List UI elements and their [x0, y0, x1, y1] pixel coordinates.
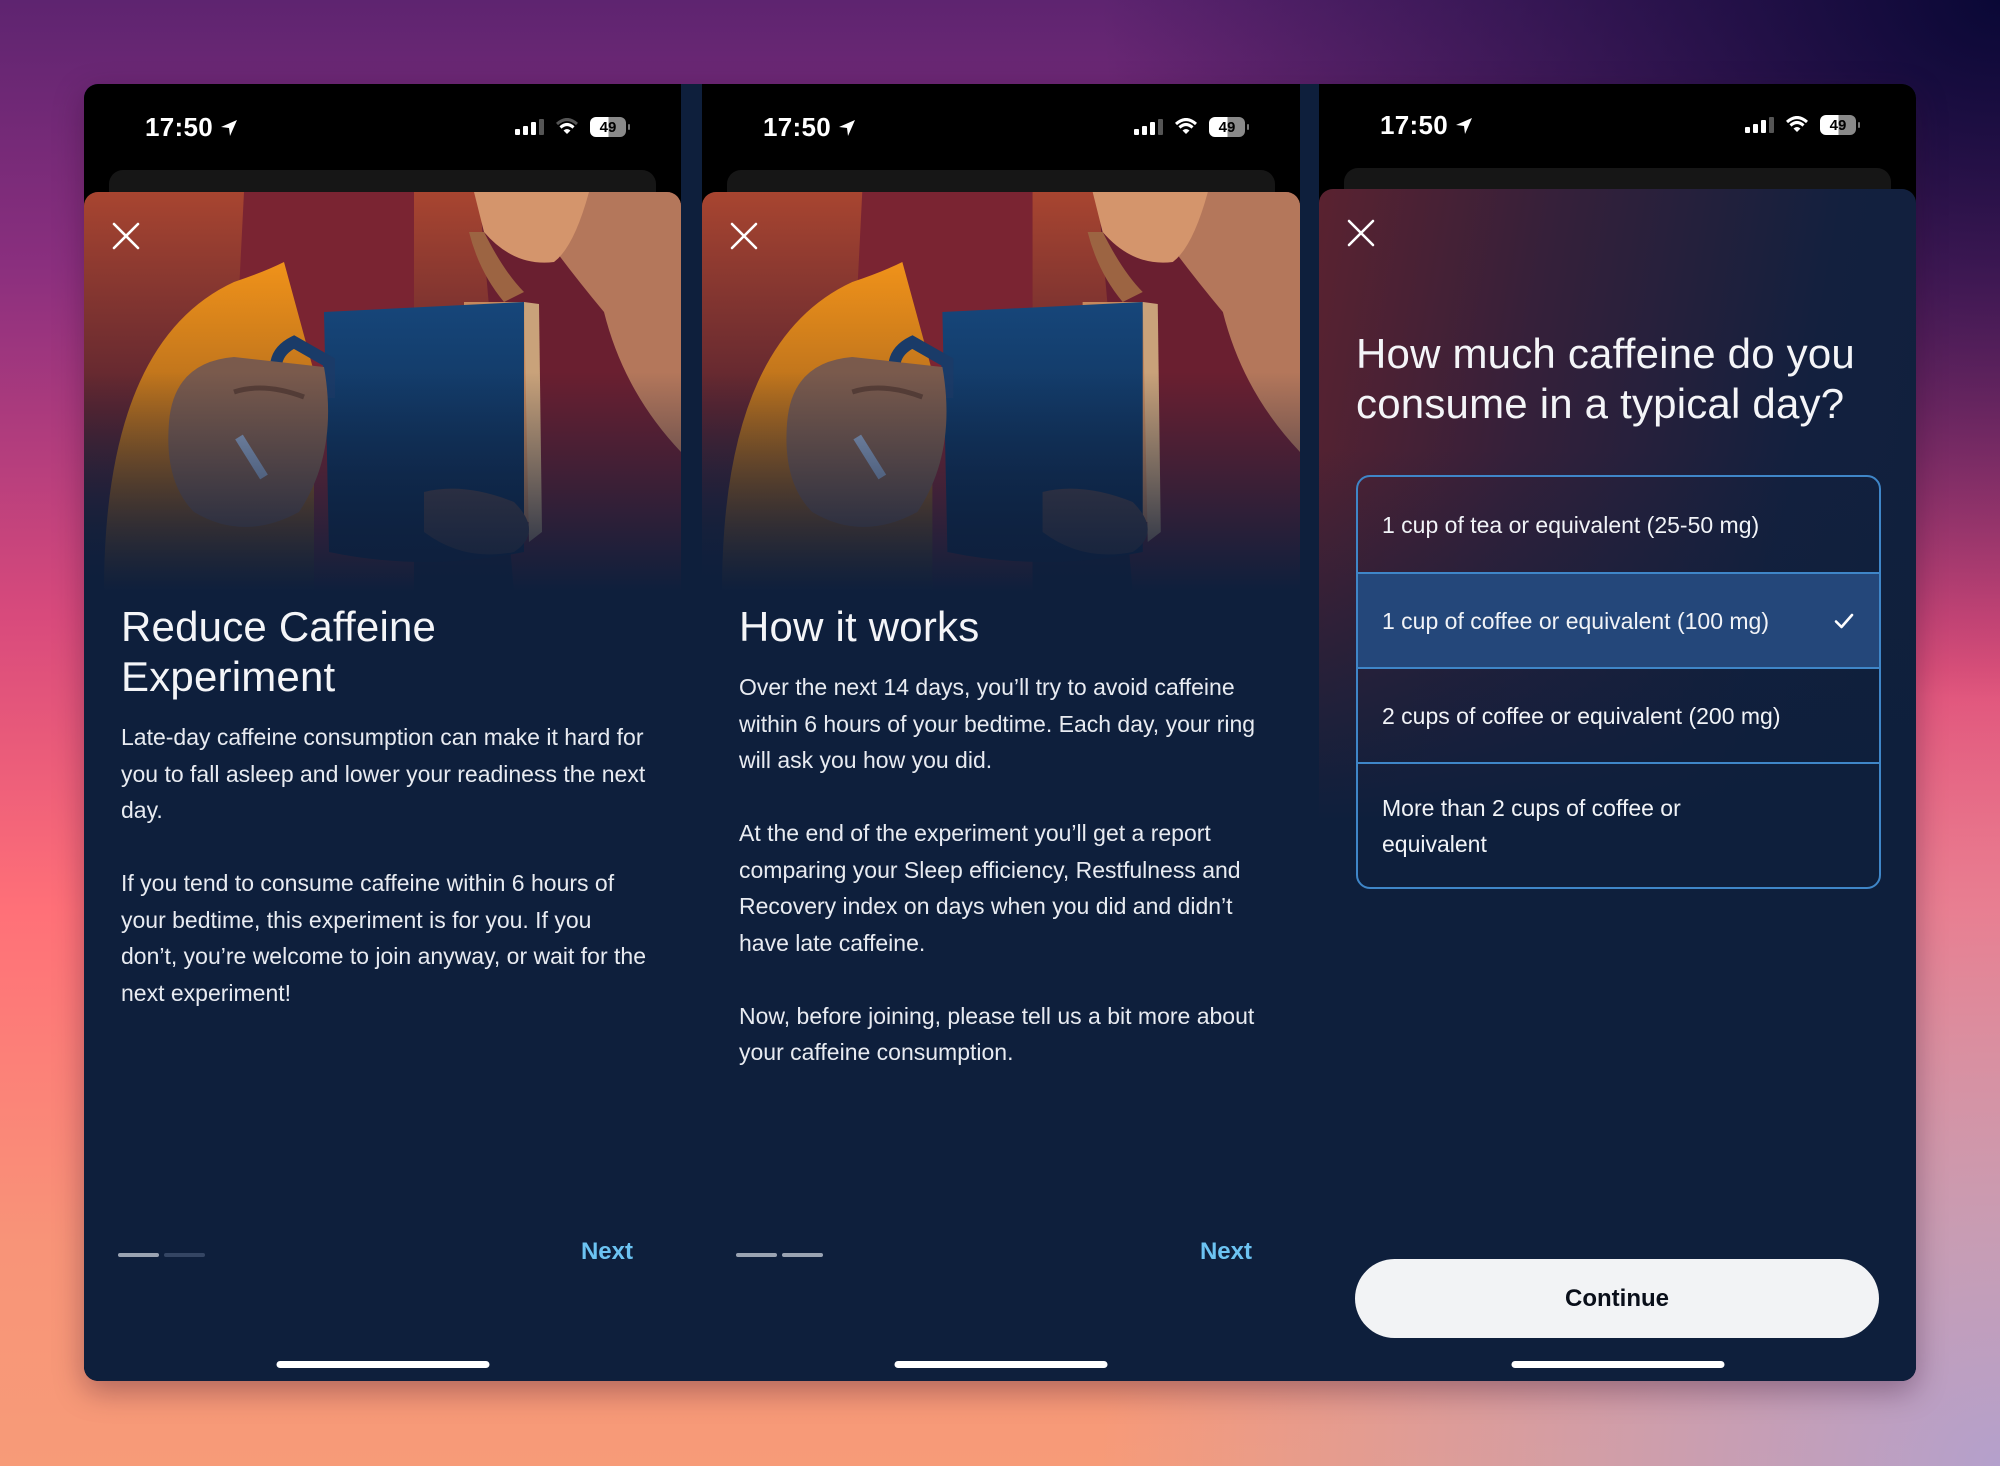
status-icons: 49 — [1745, 115, 1860, 135]
body-paragraph: Now, before joining, please tell us a bi… — [739, 1002, 1255, 1066]
home-indicator — [276, 1361, 489, 1368]
option-label: 2 cups of coffee or equivalent (200 mg) — [1382, 702, 1781, 729]
screen-title: How it works — [739, 603, 980, 650]
signal-icon — [515, 119, 544, 135]
status-icons: 49 — [1134, 117, 1249, 137]
app-screenshots-frame: 17:50 49 Reduce Caffeine Experiment Late… — [84, 84, 1916, 1381]
screen-intro: 17:50 49 Reduce Caffeine Experiment Late… — [84, 84, 681, 1381]
location-arrow-icon — [1456, 117, 1472, 134]
screen-body: Late-day caffeine consumption can make i… — [121, 719, 651, 1011]
next-button[interactable]: Next — [1200, 1238, 1252, 1266]
battery-icon: 49 — [1820, 115, 1860, 135]
question-content: How much caffeine do you consume in a ty… — [1356, 329, 1886, 429]
page-indicator — [118, 1253, 205, 1257]
page-dot-active — [736, 1253, 777, 1257]
screen-title: Reduce Caffeine Experiment — [121, 603, 437, 700]
intro-content: Reduce Caffeine Experiment Late-day caff… — [121, 602, 651, 1048]
option-label: 1 cup of coffee or equivalent (100 mg) — [1382, 607, 1769, 634]
page-dot — [164, 1253, 205, 1257]
status-icons: 49 — [515, 117, 630, 137]
checkmark-icon — [1834, 613, 1854, 628]
status-time-wrap: 17:50 — [763, 112, 857, 143]
location-arrow-icon — [221, 119, 237, 136]
battery-icon: 49 — [1209, 117, 1249, 137]
option-two-coffees[interactable]: 2 cups of coffee or equivalent (200 mg) — [1358, 667, 1879, 762]
status-bar: 17:50 49 — [1319, 84, 1916, 198]
status-bar: 17:50 49 — [702, 84, 1300, 200]
close-icon[interactable] — [1343, 215, 1379, 251]
status-time: 17:50 — [1380, 110, 1448, 140]
screen-body: Over the next 14 days, you’ll try to avo… — [739, 669, 1264, 1071]
status-time-wrap: 17:50 — [1380, 110, 1474, 141]
home-indicator — [1511, 1361, 1724, 1368]
signal-icon — [1745, 117, 1774, 133]
how-it-works-content: How it works Over the next 14 days, you’… — [739, 602, 1270, 1107]
close-icon[interactable] — [726, 218, 762, 254]
home-indicator — [894, 1361, 1108, 1368]
wifi-icon — [1785, 116, 1809, 132]
page-indicator — [736, 1253, 823, 1257]
wifi-icon — [555, 118, 579, 134]
close-icon[interactable] — [108, 218, 144, 254]
body-paragraph: Over the next 14 days, you’ll try to avo… — [739, 674, 1256, 773]
status-time: 17:50 — [145, 112, 213, 142]
option-label: 1 cup of tea or equivalent (25-50 mg) — [1382, 511, 1760, 538]
option-tea[interactable]: 1 cup of tea or equivalent (25-50 mg) — [1358, 477, 1879, 572]
page-dot-active — [118, 1253, 159, 1257]
experiment-card: How it works Over the next 14 days, you’… — [702, 192, 1300, 1381]
question-title: How much caffeine do you consume in a ty… — [1356, 330, 1855, 427]
option-more-than-two[interactable]: More than 2 cups of coffee or equivalent — [1358, 762, 1879, 887]
next-button[interactable]: Next — [581, 1238, 633, 1266]
body-paragraph: If you tend to consume caffeine within 6… — [121, 870, 646, 1006]
option-label: More than 2 cups of coffee or equivalent — [1382, 794, 1681, 857]
status-bar: 17:50 49 — [84, 84, 681, 200]
woman-holding-mug-illustration — [84, 192, 681, 592]
page-dot-active — [782, 1253, 823, 1257]
status-time-wrap: 17:50 — [145, 112, 239, 143]
location-arrow-icon — [839, 119, 855, 136]
continue-button[interactable]: Continue — [1355, 1259, 1879, 1338]
woman-holding-mug-illustration — [702, 192, 1300, 592]
signal-icon — [1134, 119, 1163, 135]
question-card: How much caffeine do you consume in a ty… — [1319, 189, 1916, 1381]
screen-how-it-works: 17:50 49 How it works Over the next 14 d… — [702, 84, 1300, 1381]
screen-caffeine-question: 17:50 49 How much caffeine do you consum… — [1319, 84, 1916, 1381]
body-paragraph: At the end of the experiment you’ll get … — [739, 820, 1241, 956]
option-one-coffee-selected[interactable]: 1 cup of coffee or equivalent (100 mg) — [1358, 572, 1879, 667]
experiment-card: Reduce Caffeine Experiment Late-day caff… — [84, 192, 681, 1381]
wifi-icon — [1174, 118, 1198, 134]
body-paragraph: Late-day caffeine consumption can make i… — [121, 724, 646, 823]
status-time: 17:50 — [763, 112, 831, 142]
battery-icon: 49 — [590, 117, 630, 137]
caffeine-options-list: 1 cup of tea or equivalent (25-50 mg) 1 … — [1356, 475, 1881, 889]
